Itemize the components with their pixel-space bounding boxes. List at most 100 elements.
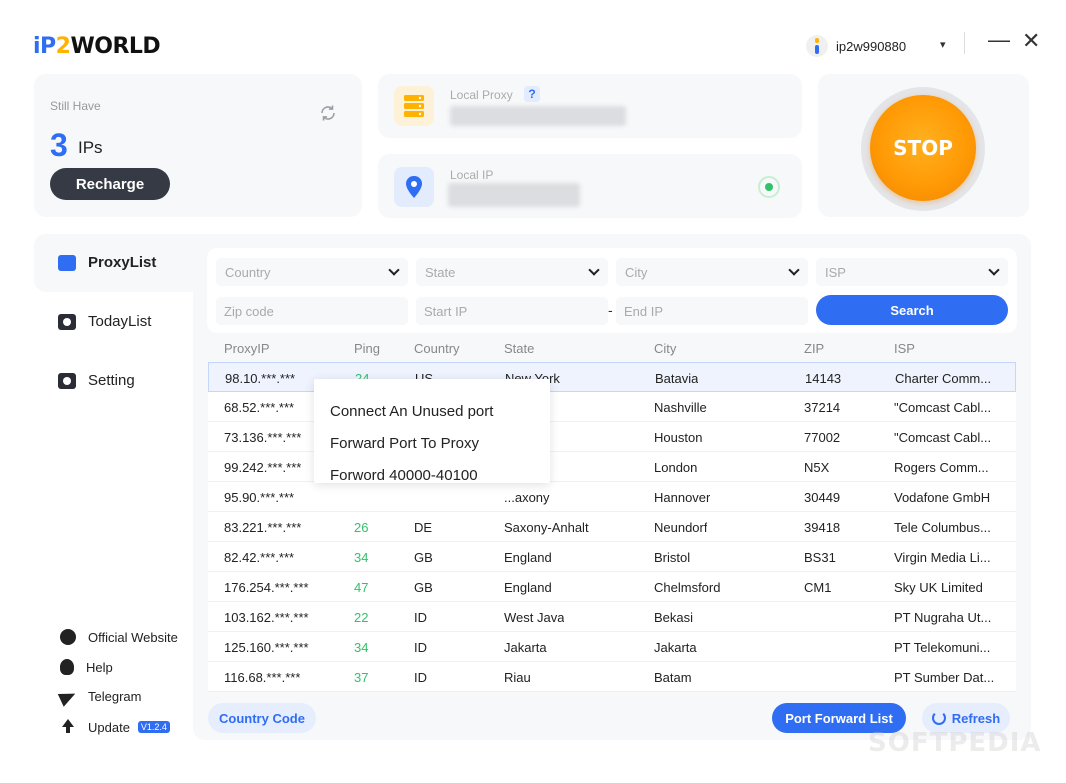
table-cell-city: Batavia <box>655 371 699 386</box>
context-menu-item-forward-range[interactable]: Forword 40000-40100 <box>330 467 478 484</box>
start-ip-input[interactable] <box>416 297 608 325</box>
table-cell-proxyip: 82.42.***.*** <box>224 550 295 565</box>
table-cell-ping: 34 <box>354 640 369 655</box>
table-cell-proxyip: 73.136.***.*** <box>224 430 302 445</box>
context-menu-item-connect-unused-port[interactable]: Connect An Unused port <box>330 403 493 420</box>
state-select[interactable]: State <box>416 258 608 286</box>
logo-part-2: 2 <box>55 34 71 59</box>
still-have-label: Still Have <box>50 99 101 113</box>
city-select[interactable]: City <box>616 258 808 286</box>
telegram-link[interactable]: Telegram <box>57 686 141 707</box>
table-cell-city: Bristol <box>654 550 691 565</box>
table-cell-isp: Tele Columbus... <box>894 520 991 535</box>
table-row[interactable]: 176.254.***.*** 47 GB England Chelmsford CM1 S… <box>208 572 1016 602</box>
sidebar-item-todaylist[interactable]: TodayList <box>58 313 151 330</box>
search-button[interactable]: Search <box>816 295 1008 325</box>
table-cell-country: DE <box>414 520 433 535</box>
table-cell-proxyip: 68.52.***.*** <box>224 400 295 415</box>
sidebar-item-label: ProxyList <box>88 254 157 271</box>
table-cell-zip: N5X <box>804 460 830 475</box>
isp-select[interactable]: ISP <box>816 258 1008 286</box>
table-cell-state: Saxony-Anhalt <box>504 520 589 535</box>
table-row[interactable]: 116.68.***.*** 37 ID Riau Batam PT Sumber Dat… <box>208 662 1016 692</box>
country-code-button[interactable]: Country Code <box>208 703 316 733</box>
table-cell-ping: 26 <box>354 520 369 535</box>
col-isp[interactable]: ISP <box>894 341 915 356</box>
table-row[interactable]: 82.42.***.*** 34 GB England Bristol BS31 Virgi… <box>208 542 1016 572</box>
sidebar-item-setting[interactable]: Setting <box>58 372 135 389</box>
app-logo: iP2WORLD <box>33 34 161 59</box>
table-cell-proxyip: 116.68.***.*** <box>224 670 301 685</box>
table-cell-isp: PT Telekomuni... <box>894 640 991 655</box>
official-website-link[interactable]: Official Website <box>60 629 178 645</box>
table-cell-city: Houston <box>654 430 703 445</box>
col-proxyip[interactable]: ProxyIP <box>224 341 270 356</box>
footer-link-label: Help <box>86 659 113 675</box>
table-cell-proxyip: 103.162.***.*** <box>224 610 309 625</box>
local-ip-label: Local IP <box>450 168 494 182</box>
table-cell-city: Batam <box>654 670 692 685</box>
stop-button[interactable]: STOP <box>870 95 976 201</box>
sidebar-item-proxylist[interactable]: ProxyList <box>58 254 156 271</box>
help-link[interactable]: Help <box>60 659 113 675</box>
col-city[interactable]: City <box>654 341 676 356</box>
logo-part-ip: iP <box>33 34 56 59</box>
col-zip[interactable]: ZIP <box>804 341 824 356</box>
end-ip-input[interactable] <box>616 297 808 325</box>
col-state[interactable]: State <box>504 341 534 356</box>
telegram-icon <box>57 686 79 707</box>
user-dropdown-caret-icon[interactable]: ▾ <box>940 38 946 51</box>
logo-part-world: WORLD <box>70 34 161 59</box>
table-row[interactable]: 95.90.***.*** ...axony Hannover 30449 Vodafo… <box>208 482 1016 512</box>
table-cell-isp: Vodafone GmbH <box>894 490 991 505</box>
col-ping[interactable]: Ping <box>354 341 380 356</box>
help-question-icon[interactable]: ? <box>524 86 540 102</box>
table-cell-isp: "Comcast Cabl... <box>894 430 992 445</box>
close-button[interactable]: ✕ <box>1022 30 1040 52</box>
table-cell-state: England <box>504 550 552 565</box>
sidebar-item-label: TodayList <box>88 313 152 330</box>
upload-icon <box>60 719 76 735</box>
softpedia-watermark: SOFTPEDIA <box>868 728 1042 758</box>
table-cell-city: Nashville <box>654 400 707 415</box>
table-cell-ping: 34 <box>354 550 369 565</box>
update-link[interactable]: Update V1.2.4 <box>60 719 170 735</box>
col-country[interactable]: Country <box>414 341 460 356</box>
connection-status-icon <box>758 176 780 198</box>
table-cell-country: GB <box>414 580 433 595</box>
table-cell-zip: 77002 <box>804 430 841 445</box>
footer-link-label: Official Website <box>88 629 178 645</box>
refresh-icon <box>931 711 946 725</box>
table-cell-ping: 22 <box>354 610 369 625</box>
country-select[interactable]: Country <box>216 258 408 286</box>
table-row[interactable]: 83.221.***.*** 26 DE Saxony-Anhalt Neundorf 3… <box>208 512 1016 542</box>
context-menu-item-forward-port[interactable]: Forward Port To Proxy <box>330 435 479 452</box>
chevron-down-icon <box>788 264 800 276</box>
user-menu[interactable]: ip2w990880 <box>806 34 906 58</box>
local-proxy-label: Local Proxy <box>450 88 513 102</box>
refresh-balance-icon[interactable] <box>318 103 338 123</box>
avatar-icon <box>806 35 828 57</box>
local-ip-value-blurred <box>448 183 580 207</box>
state-select-value: State <box>425 264 456 280</box>
table-cell-city: Neundorf <box>654 520 708 535</box>
table-cell-proxyip: 176.254.***.*** <box>224 580 309 595</box>
table-cell-state: England <box>504 580 552 595</box>
table-row[interactable]: 103.162.***.*** 22 ID West Java Bekasi PT Nug… <box>208 602 1016 632</box>
globe-icon <box>60 629 76 645</box>
table-cell-city: Jakarta <box>654 640 697 655</box>
table-cell-city: London <box>654 460 698 475</box>
ip-range-dash: - <box>608 302 613 318</box>
table-cell-proxyip: 99.242.***.*** <box>224 460 302 475</box>
zip-code-input[interactable] <box>216 297 408 325</box>
table-cell-isp: PT Nugraha Ut... <box>894 610 992 625</box>
minimize-button[interactable]: — <box>988 29 1010 51</box>
version-badge: V1.2.4 <box>137 721 170 733</box>
city-select-value: City <box>625 264 648 280</box>
proxy-list-icon <box>58 254 76 271</box>
recharge-button[interactable]: Recharge <box>50 168 170 200</box>
table-cell-city: Bekasi <box>654 610 694 625</box>
table-row[interactable]: 125.160.***.*** 34 ID Jakarta Jakarta PT Tele… <box>208 632 1016 662</box>
table-cell-proxyip: 125.160.***.*** <box>224 640 309 655</box>
table-cell-proxyip: 98.10.***.*** <box>225 371 296 386</box>
